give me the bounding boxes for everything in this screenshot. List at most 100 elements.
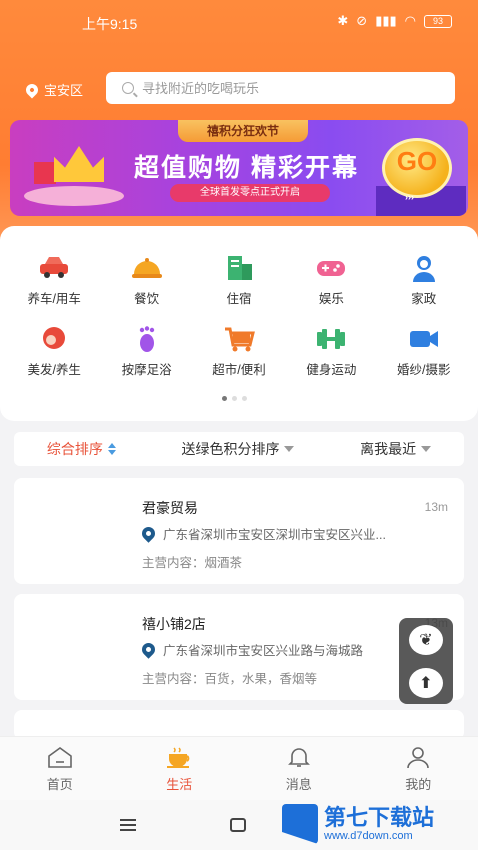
map-pin-icon	[142, 524, 158, 543]
category-label: 家政	[411, 292, 437, 306]
filter-bar: 综合排序 送绿色积分排序 离我最近	[14, 432, 464, 466]
dumbbell-icon	[317, 329, 346, 349]
store-card[interactable]: 君豪贸易 13m 广东省深圳市宝安区深圳市宝安区兴业... 主营内容：烟酒茶	[14, 478, 464, 584]
category-massage[interactable]: 按摩足浴	[100, 325, 192, 378]
arrow-up-icon: ⬆	[419, 674, 433, 692]
category-supermarket[interactable]: 超市/便利	[193, 325, 285, 378]
banner-title: 超值购物 精彩开幕	[134, 154, 359, 182]
pager-dot	[222, 396, 227, 401]
food-cloche-icon	[131, 258, 162, 278]
go-button[interactable]: GO ›››	[382, 138, 452, 202]
category-grid: 养车/用车 餐饮 住宿 娱乐 家政 美发/养生 按摩足浴 超市/便利 健身运动 …	[8, 254, 470, 378]
shortcut-button[interactable]: ❦	[409, 624, 443, 655]
bell-icon	[287, 748, 310, 767]
store-card[interactable]: 禧小铺2店 13m 广东省深圳市宝安区兴业路与海城路 主营内容：百货，水果，香烟…	[14, 594, 464, 700]
mute-icon: ⊘	[356, 13, 368, 28]
category-car[interactable]: 养车/用车	[8, 254, 100, 307]
search-input[interactable]	[142, 80, 422, 96]
tab-label: 生活	[166, 777, 193, 792]
store-distance: 13m	[424, 500, 448, 514]
status-bar: 上午9:15 ✱ ⊘ ▮▮▮ ◠ 93	[0, 0, 478, 44]
signal-icon: ▮▮▮	[375, 13, 397, 28]
stage-icon	[24, 186, 124, 206]
watermark-logo-icon	[282, 804, 318, 844]
tab-label: 消息	[285, 777, 312, 792]
category-wedding-photo[interactable]: 婚纱/摄影	[378, 325, 470, 378]
location-pin-icon	[23, 81, 41, 98]
banner-subtitle: 全球首发零点正式开启	[170, 184, 330, 202]
map-pin-icon	[142, 640, 158, 659]
coffee-cup-icon	[167, 747, 190, 768]
category-label: 按摩足浴	[121, 363, 172, 377]
category-card: 养车/用车 餐饮 住宿 娱乐 家政 美发/养生 按摩足浴 超市/便利 健身运动 …	[0, 226, 478, 421]
filter-label: 离我最近	[360, 441, 417, 457]
category-food[interactable]: 餐饮	[100, 254, 192, 307]
watermark-title: 第七下载站	[324, 805, 435, 830]
bluetooth-icon: ✱	[337, 13, 349, 28]
category-fitness[interactable]: 健身运动	[285, 325, 377, 378]
store-address-text: 广东省深圳市宝安区兴业路与海城路	[163, 644, 364, 658]
location-label: 宝安区	[44, 83, 84, 98]
floating-action-panel: ❦ ⬆	[399, 618, 453, 704]
tab-profile[interactable]: 我的	[359, 737, 478, 800]
car-icon	[40, 257, 69, 278]
promo-banner[interactable]: 禧积分狂欢节 超值购物 精彩开幕 全球首发零点正式开启 GO ›››	[10, 120, 468, 216]
battery-icon: 93	[424, 14, 452, 28]
crown-stage-graphic	[24, 142, 124, 206]
category-label: 住宿	[226, 292, 252, 306]
location-selector[interactable]: 宝安区	[23, 80, 84, 99]
tab-life[interactable]: 生活	[120, 737, 240, 800]
category-housekeeping[interactable]: 家政	[378, 254, 470, 307]
status-time: 上午9:15	[82, 16, 138, 32]
go-label: GO	[396, 146, 438, 176]
filter-green-points[interactable]: 送绿色积分排序	[181, 439, 295, 459]
search-bar[interactable]	[106, 72, 455, 104]
home-icon	[47, 747, 72, 768]
category-entertainment[interactable]: 娱乐	[285, 254, 377, 307]
profile-icon	[407, 747, 430, 769]
filter-nearest[interactable]: 离我最近	[360, 439, 432, 459]
store-name: 禧小铺2店	[142, 616, 206, 632]
camera-icon	[409, 331, 438, 347]
pager-dot	[242, 396, 247, 401]
status-icons: ✱ ⊘ ▮▮▮ ◠ 93	[337, 13, 452, 29]
search-icon	[122, 82, 134, 94]
tab-label: 首页	[46, 777, 73, 792]
filter-comprehensive[interactable]: 综合排序	[47, 439, 116, 459]
leaf-icon: ❦	[419, 631, 433, 649]
tab-label: 我的	[405, 777, 432, 792]
category-label: 超市/便利	[212, 363, 266, 377]
store-name: 君豪贸易	[142, 500, 198, 516]
watermark-url: www.d7down.com	[324, 830, 413, 842]
pager-dots	[222, 396, 247, 401]
category-label: 餐饮	[134, 292, 160, 306]
watermark: 第七下载站 www.d7down.com	[282, 804, 434, 844]
tab-home[interactable]: 首页	[0, 737, 120, 800]
store-main-business: 主营内容：百货，水果，香烟等	[142, 672, 318, 686]
category-hotel[interactable]: 住宿	[193, 254, 285, 307]
banner-tag: 禧积分狂欢节	[178, 120, 308, 142]
store-address: 广东省深圳市宝安区兴业路与海城路	[142, 640, 442, 659]
bottom-tab-bar: 首页 生活 消息 我的	[0, 736, 478, 800]
category-label: 婚纱/摄影	[397, 363, 451, 377]
tab-messages[interactable]: 消息	[239, 737, 359, 800]
gift-icon	[34, 162, 56, 184]
home-square-icon[interactable]	[230, 818, 246, 832]
filter-label: 综合排序	[46, 441, 103, 457]
arrows-icon: ›››	[405, 192, 414, 202]
category-label: 养车/用车	[27, 292, 81, 306]
back-to-top-button[interactable]: ⬆	[409, 667, 443, 698]
menu-icon[interactable]	[120, 819, 136, 831]
store-address-text: 广东省深圳市宝安区深圳市宝安区兴业...	[163, 528, 386, 542]
category-label: 娱乐	[318, 292, 344, 306]
hair-icon	[43, 327, 66, 349]
foot-icon	[139, 326, 154, 352]
pager-dot	[232, 396, 237, 401]
store-main-business: 主营内容：烟酒茶	[142, 556, 243, 570]
caret-down-icon	[421, 446, 432, 452]
category-label: 健身运动	[306, 363, 357, 377]
category-hair[interactable]: 美发/养生	[8, 325, 100, 378]
cart-icon	[224, 327, 255, 352]
crown-icon	[54, 146, 104, 182]
gamepad-icon	[317, 261, 346, 276]
